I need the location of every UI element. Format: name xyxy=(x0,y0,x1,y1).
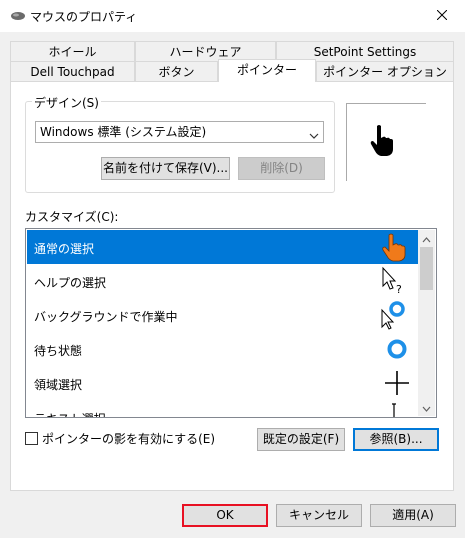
chevron-up-icon xyxy=(422,232,431,246)
tab-buttons[interactable]: ボタン xyxy=(135,61,218,81)
list-scrollbar[interactable] xyxy=(418,230,435,416)
scheme-dropdown[interactable]: Windows 標準 (システム設定) xyxy=(35,121,324,143)
tab-label: SetPoint Settings xyxy=(313,45,417,59)
cursor-preview xyxy=(346,103,426,181)
apply-button[interactable]: 適用(A) xyxy=(370,504,456,527)
list-item[interactable]: 領域選択 xyxy=(27,366,420,400)
mouse-icon xyxy=(10,10,26,22)
scheme-value: Windows 標準 (システム設定) xyxy=(40,125,207,139)
tab-label: ボタン xyxy=(158,65,195,79)
list-item[interactable]: テキスト選択 xyxy=(27,400,420,417)
list-item[interactable]: 待ち状態 xyxy=(27,332,420,366)
tab-label: ポインター オプション xyxy=(323,65,447,79)
save-as-button[interactable]: 名前を付けて保存(V)... xyxy=(101,157,230,180)
tab-label: ホイール xyxy=(48,45,97,59)
close-button[interactable] xyxy=(419,0,465,32)
tab-wheel[interactable]: ホイール xyxy=(10,41,135,61)
scroll-down-button[interactable] xyxy=(418,399,435,416)
list-item-label: 通常の選択 xyxy=(34,242,95,256)
cursor-list[interactable]: 通常の選択 ヘルプの選択 ? バックグラウンドで作業中 待ち状態 領域選択 xyxy=(25,228,437,418)
chevron-down-icon xyxy=(309,127,319,139)
tab-hardware[interactable]: ハードウェア xyxy=(135,41,276,61)
scroll-thumb[interactable] xyxy=(420,247,433,290)
list-item-label: 領域選択 xyxy=(34,378,83,392)
hand-pointer-icon xyxy=(369,124,397,161)
tab-label: ハードウェア xyxy=(169,45,242,59)
svg-text:?: ? xyxy=(396,283,402,296)
list-item[interactable]: ヘルプの選択 ? xyxy=(27,264,420,298)
list-item[interactable]: バックグラウンドで作業中 xyxy=(27,298,420,332)
tab-label: Dell Touchpad xyxy=(30,65,115,79)
scroll-up-button[interactable] xyxy=(418,230,435,247)
delete-button[interactable]: 削除(D) xyxy=(238,157,325,180)
cancel-button[interactable]: キャンセル xyxy=(276,504,362,527)
window-title: マウスのプロパティ xyxy=(30,10,138,24)
list-item-label: 待ち状態 xyxy=(34,344,83,358)
working-in-background-icon xyxy=(379,300,409,330)
browse-button[interactable]: 参照(B)... xyxy=(353,428,439,451)
tab-pointer-options[interactable]: ポインター オプション xyxy=(316,61,454,81)
ok-button[interactable]: OK xyxy=(182,504,268,527)
hand-pointer-icon xyxy=(379,232,409,262)
list-item-label: バックグラウンドで作業中 xyxy=(34,310,178,324)
list-item-label: ヘルプの選択 xyxy=(34,276,107,290)
title-bar: マウスのプロパティ xyxy=(0,0,465,32)
precision-crosshair-icon xyxy=(379,368,409,398)
use-default-button[interactable]: 既定の設定(F) xyxy=(257,428,345,451)
chevron-down-icon xyxy=(422,401,431,415)
tab-dell-touchpad[interactable]: Dell Touchpad xyxy=(10,61,135,81)
tab-setpoint-settings[interactable]: SetPoint Settings xyxy=(276,41,454,61)
tab-label: ポインター xyxy=(236,63,297,77)
tab-pointers[interactable]: ポインター xyxy=(218,59,316,82)
text-ibeam-icon xyxy=(379,402,409,417)
customize-label: カスタマイズ(C): xyxy=(25,210,119,224)
pointer-shadow-checkbox[interactable] xyxy=(25,432,38,445)
list-item-label: テキスト選択 xyxy=(34,410,106,417)
design-group-label: デザイン(S) xyxy=(32,94,101,111)
pointer-shadow-label[interactable]: ポインターの影を有効にする(E) xyxy=(42,430,215,447)
help-select-icon: ? xyxy=(379,266,409,296)
close-icon xyxy=(436,9,448,23)
list-item[interactable]: 通常の選択 xyxy=(27,230,420,264)
busy-ring-icon xyxy=(379,334,409,364)
